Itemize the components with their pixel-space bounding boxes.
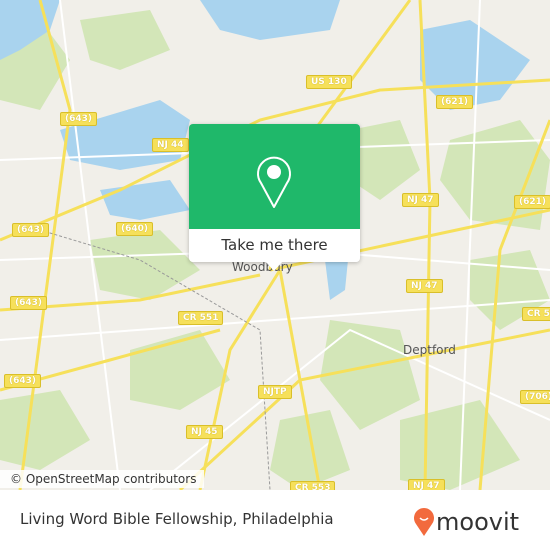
- road-shield: (640): [116, 222, 154, 236]
- moovit-pin-icon: [414, 508, 434, 536]
- popup-header: [189, 124, 360, 229]
- map[interactable]: US 130 (621) (643) NJ 44 NJ 47 (621) (643) (640…: [0, 0, 550, 490]
- road-shield: NJ 47: [402, 193, 439, 207]
- place-label: Deptford: [403, 343, 456, 357]
- road-shield: US 130: [306, 75, 352, 89]
- road-shield: (621): [514, 195, 550, 209]
- road-shield: NJ 47: [406, 279, 443, 293]
- moovit-logo[interactable]: moovit: [400, 502, 535, 546]
- road-shield: (621): [436, 95, 474, 109]
- location-pin-icon: [257, 156, 291, 208]
- map-attribution[interactable]: © OpenStreetMap contributors: [0, 470, 205, 488]
- road-shield: (643): [10, 296, 48, 310]
- road-shield: (643): [60, 112, 98, 126]
- road-shield: NJTP: [258, 385, 292, 399]
- road-shield: CR 5: [522, 307, 550, 321]
- road-shield: CR 551: [178, 311, 224, 325]
- road-shield: NJ 45: [186, 425, 223, 439]
- road-shield: (706): [520, 390, 550, 404]
- road-shield: NJ 44: [152, 138, 189, 152]
- road-shield: CR 553: [290, 481, 336, 490]
- road-shield: (643): [12, 223, 50, 237]
- take-me-there-button[interactable]: Take me there: [189, 229, 360, 262]
- road-shield: (643): [4, 374, 42, 388]
- place-title: Living Word Bible Fellowship, Philadelph…: [20, 510, 334, 528]
- footer: Living Word Bible Fellowship, Philadelph…: [0, 490, 550, 550]
- place-label: Woodbury: [232, 260, 293, 274]
- popup-pointer: [265, 261, 283, 271]
- destination-popup[interactable]: Take me there: [189, 124, 360, 271]
- road-shield: NJ 47: [408, 479, 445, 490]
- svg-text:moovit: moovit: [436, 508, 519, 536]
